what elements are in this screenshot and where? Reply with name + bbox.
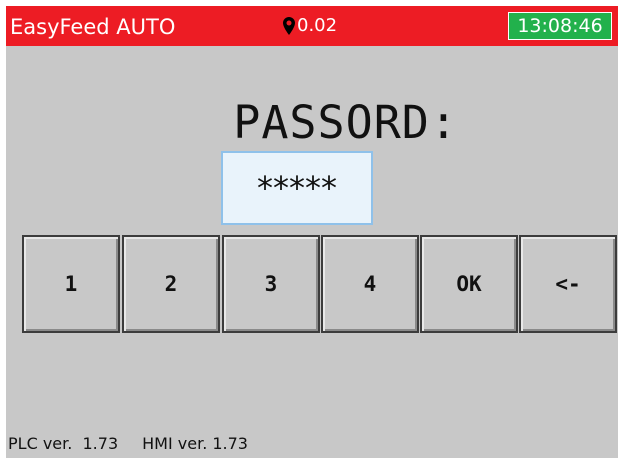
map-pin-icon [282,16,296,36]
key-2-button[interactable]: 2 [122,235,220,333]
password-input[interactable]: ***** [221,151,373,225]
key-4-button[interactable]: 4 [321,235,419,333]
backspace-button[interactable]: <- [519,235,617,333]
ok-button[interactable]: OK [420,235,518,333]
app-title: EasyFeed AUTO [10,15,176,39]
plc-version: PLC ver. 1.73 [8,434,119,453]
clock-display: 13:08:46 [508,12,612,40]
location-value: 0.02 [297,15,338,36]
hmi-version: HMI ver. 1.73 [142,434,248,453]
title-bar: EasyFeed AUTO 0.02 13:08:46 [6,6,618,46]
location-indicator: 0.02 [282,14,337,38]
hmi-screen: EasyFeed AUTO 0.02 13:08:46 PASSORD: ***… [6,6,618,458]
key-3-button[interactable]: 3 [222,235,320,333]
password-label: PASSORD: [233,96,458,149]
version-info: PLC ver. 1.73 HMI ver. 1.73 [8,434,248,454]
key-1-button[interactable]: 1 [22,235,120,333]
